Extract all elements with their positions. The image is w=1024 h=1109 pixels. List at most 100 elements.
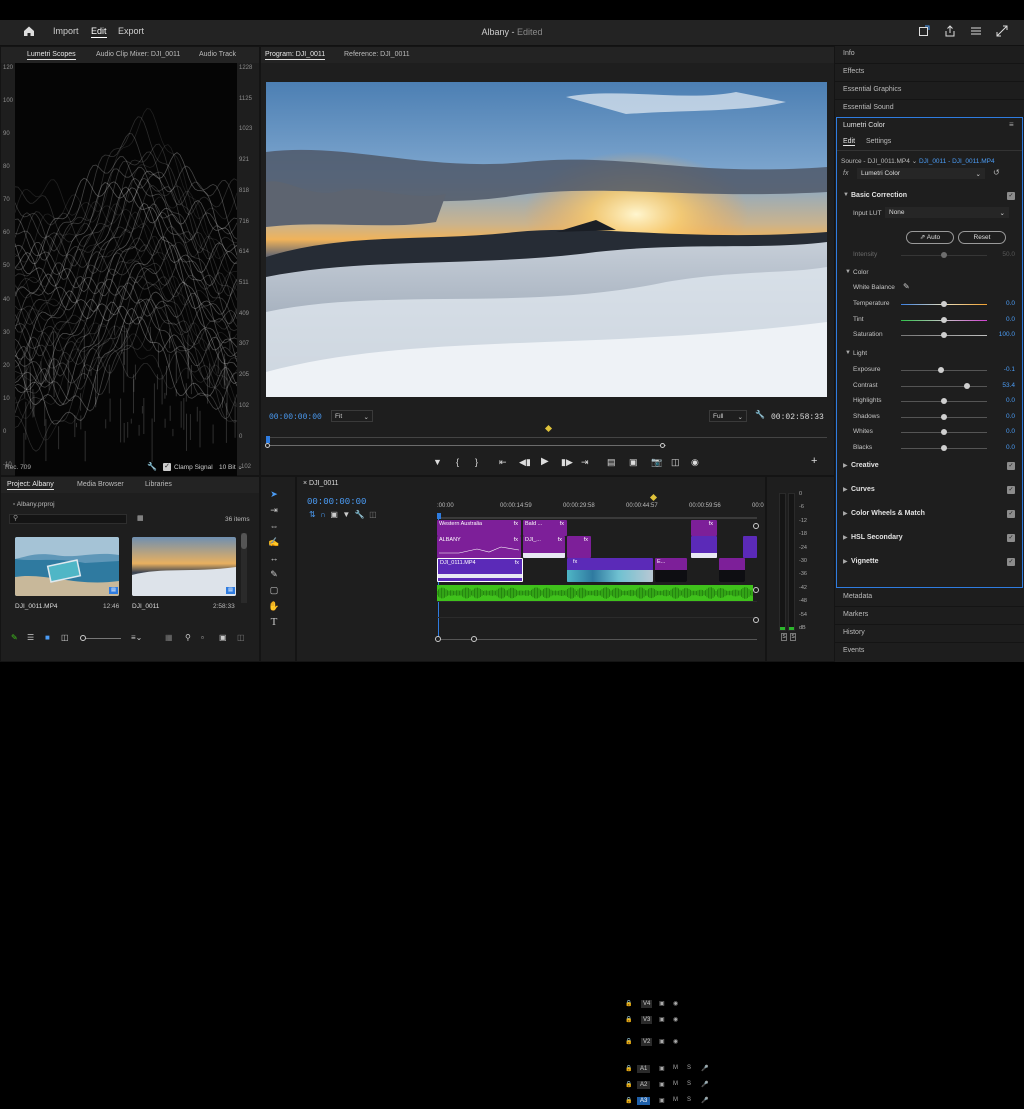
clip-v3-4[interactable] [743,536,757,558]
go-to-in-icon[interactable]: ⇤ [499,457,507,468]
tab-reference[interactable]: Reference: DJI_0011 [344,51,410,58]
panel-events[interactable]: Events [835,643,1024,662]
track-a1-lane[interactable] [437,585,753,601]
section-color-wheels[interactable]: ▶ Color Wheels & Match ✓ [837,507,1023,523]
find-icon[interactable]: ⚲ [185,633,191,642]
blacks-value[interactable]: 0.0 [1006,444,1015,451]
mute-button[interactable]: M [673,1081,678,1087]
clip-bald[interactable]: Bald ... fx [523,520,567,536]
export-frame-icon[interactable]: 📷 [651,457,662,468]
sequence-tab[interactable]: × DJI_0011 [303,480,339,487]
contrast-value[interactable]: 53.4 [1002,382,1015,389]
timeline-timecode[interactable]: 00:00:00:00 [307,497,366,507]
section-vignette[interactable]: ▶ Vignette ✓ [837,555,1023,571]
snap-icon[interactable]: ⇅ [309,510,316,519]
search-input[interactable]: ⚲ [9,514,127,524]
sync-lock-icon[interactable]: ▣ [659,1081,665,1088]
v-scroll-bottom[interactable] [753,617,759,623]
highlights-value[interactable]: 0.0 [1006,397,1015,404]
lock-icon[interactable]: 🔒 [625,1000,632,1007]
slip-tool-icon[interactable]: ↔ [268,552,280,564]
selection-tool-icon[interactable]: ➤ [268,488,280,500]
eyedropper-icon[interactable]: ✎ [903,282,910,291]
solo-button[interactable]: S [687,1097,691,1103]
intensity-handle[interactable] [941,252,947,258]
type-tool-icon[interactable]: T [268,616,280,628]
razor-tool-icon[interactable]: ✍ [268,536,280,548]
creative-checkbox[interactable]: ✓ [1007,462,1015,470]
comparison-view-icon[interactable]: ◫ [671,457,680,468]
contrast-slider[interactable]: Contrast 53.4 [837,380,1023,394]
panel-effects[interactable]: Effects [835,64,1024,82]
track-label-v3[interactable]: V3 [641,1016,652,1024]
panel-essential-graphics[interactable]: Essential Graphics [835,82,1024,100]
panel-markers[interactable]: Markers [835,607,1024,625]
slider-handle[interactable] [941,317,947,323]
solo-left-button[interactable]: S [781,633,787,641]
basic-correction-checkbox[interactable]: ✓ [1007,192,1015,200]
solo-right-button[interactable]: S [790,633,796,641]
automate-icon[interactable]: ▦ [165,633,173,642]
ripple-edit-tool-icon[interactable]: ⇔ [268,520,280,532]
tint-slider[interactable]: Tint 0.0 [837,314,1023,328]
quality-select[interactable]: Full ⌄ [709,410,747,422]
color-wheels-checkbox[interactable]: ✓ [1007,510,1015,518]
work-area-bar[interactable] [437,517,757,519]
scrub-playhead[interactable] [266,436,270,443]
new-item-icon[interactable]: ▣ [219,633,227,642]
sort-icon[interactable]: ≡⌄ [131,633,142,642]
time-ruler[interactable]: :00:00 00:00:14:59 00:00:29:58 00:00:44:57 0… [437,503,757,515]
slider-handle[interactable] [941,398,947,404]
microphone-icon[interactable]: 🎤 [701,1097,708,1104]
mark-in-icon[interactable]: { [456,457,459,467]
tab-media-browser[interactable]: Media Browser [77,481,124,488]
program-video-frame[interactable] [266,82,827,397]
zoom-handle-right[interactable] [660,443,665,448]
section-curves[interactable]: ▶ Curves ✓ [837,483,1023,499]
bit-depth-select[interactable]: 10 Bit ⌄ [219,463,243,471]
track-label-a1[interactable]: A1 [637,1065,650,1073]
track-label-v2[interactable]: V2 [641,1038,652,1046]
marker-icon[interactable] [545,425,552,432]
microphone-icon[interactable]: 🎤 [701,1081,708,1088]
clip-dji-v3[interactable]: DJI_... fx [523,536,565,558]
shadows-slider[interactable]: Shadows 0.0 [837,411,1023,425]
wrench-icon[interactable]: 🔧 [147,462,157,471]
vignette-checkbox[interactable]: ✓ [1007,558,1015,566]
track-v2-lane[interactable]: DJI_0111.MP4 fx fx E... [437,558,757,582]
track-a3-lane[interactable] [437,617,757,633]
scrub-bar[interactable] [266,437,827,438]
tab-libraries[interactable]: Libraries [145,481,172,488]
zoom-handle-left[interactable] [265,443,270,448]
solo-button[interactable]: S [687,1065,691,1071]
section-hsl-secondary[interactable]: ▶ HSL Secondary ✓ [837,531,1023,547]
timeline-scrollbar[interactable] [437,639,757,640]
section-creative[interactable]: ▶ Creative ✓ [837,459,1023,475]
lock-icon[interactable]: 🔒 [625,1038,632,1045]
sync-lock-icon[interactable]: ▣ [659,1038,665,1045]
slider-handle[interactable] [941,429,947,435]
add-marker-icon[interactable]: ▼ [433,457,442,467]
track-label-v4[interactable]: V4 [641,1000,652,1008]
thumbnail-item-2[interactable] [132,537,236,596]
clamp-signal-checkbox[interactable]: ✓ [163,463,171,471]
blacks-slider[interactable]: Blacks 0.0 [837,442,1023,456]
project-scrollbar[interactable] [241,533,247,603]
eye-icon[interactable]: ◉ [673,1016,678,1023]
mark-out-icon[interactable]: } [475,457,478,467]
temperature-value[interactable]: 0.0 [1006,300,1015,307]
microphone-icon[interactable]: 🎤 [701,1065,708,1072]
folder-icon[interactable]: ▫ [201,633,204,642]
pen-tool-icon[interactable]: ✎ [268,568,280,580]
timeline-zoom-left[interactable] [435,636,441,642]
clip-albany[interactable]: ALBANY fx [437,536,521,558]
lock-icon[interactable]: 🔒 [625,1097,632,1104]
clip-thumbnails[interactable]: fx [567,558,653,582]
clip-v4-3[interactable]: fx [691,520,717,536]
linked-selection-icon[interactable]: ∩ [320,510,326,519]
program-timecode[interactable]: 00:00:00:00 [269,413,322,422]
trash-icon[interactable]: ◫ [237,633,245,642]
tint-value[interactable]: 0.0 [1006,316,1015,323]
effect-select[interactable]: Lumetri Color ⌄ [857,168,985,179]
clip-v3-2[interactable]: fx [567,536,591,558]
